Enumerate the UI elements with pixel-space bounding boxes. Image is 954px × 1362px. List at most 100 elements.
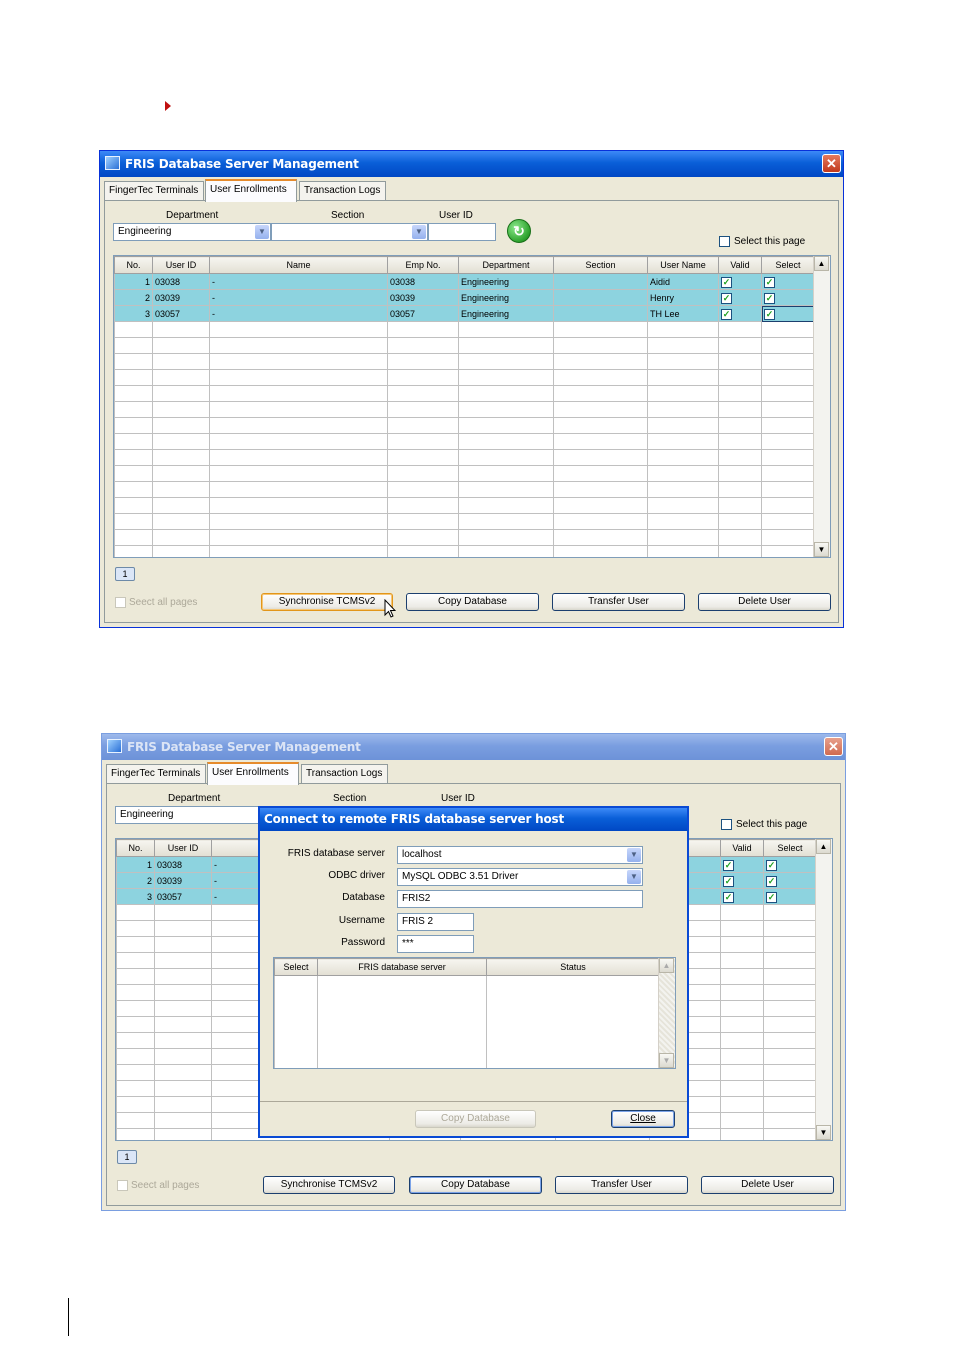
refresh-icon[interactable]: ↻	[507, 219, 531, 243]
chevron-down-icon[interactable]: ▼	[255, 225, 269, 239]
table-row[interactable]: 1 03038 - 03038 Engineering Aidid ✓ ✓	[114, 273, 815, 290]
scroll-up-icon[interactable]: ▲	[814, 256, 829, 271]
cell-section	[553, 273, 648, 290]
grid-header: No. User ID Name Emp No. Department Sect…	[114, 256, 815, 274]
chevron-down-icon[interactable]: ▼	[627, 848, 641, 862]
user-enrollments-panel: Department Section User ID Engineering ▼ …	[104, 200, 839, 623]
delete-user-button[interactable]: Delete User	[698, 593, 831, 611]
tab-transaction-logs[interactable]: Transaction Logs	[299, 181, 386, 201]
col-department[interactable]: Department	[458, 256, 554, 274]
database-input[interactable]: FRIS2	[397, 890, 643, 908]
department-select[interactable]: Engineering ▼	[113, 223, 271, 241]
select-this-page-checkbox[interactable]	[719, 236, 730, 247]
scroll-up-icon[interactable]: ▲	[659, 958, 674, 973]
col-name[interactable]: Name	[209, 256, 388, 274]
col-emp-no[interactable]: Emp No.	[387, 256, 459, 274]
cell-department: Engineering	[458, 289, 554, 306]
title-bar[interactable]: FRIS Database Server Management ✕	[100, 151, 843, 177]
select-checkbox[interactable]: ✓	[766, 892, 777, 903]
col-user-name[interactable]: User Name	[647, 256, 719, 274]
select-this-page-label: Select this page	[734, 236, 806, 247]
col-status[interactable]: Status	[486, 958, 660, 976]
col-server[interactable]: FRIS database server	[317, 958, 487, 976]
username-input[interactable]: FRIS 2	[397, 913, 474, 931]
tab-user-enrollments[interactable]: User Enrollments	[205, 179, 297, 202]
table-row[interactable]: 2 03039 - 03039 Engineering Henry ✓ ✓	[114, 289, 815, 306]
transfer-user-button[interactable]: Transfer User	[555, 1176, 688, 1194]
empty-rows	[114, 321, 815, 557]
scroll-down-icon[interactable]: ▼	[659, 1053, 674, 1068]
tab-transaction-logs[interactable]: Transaction Logs	[301, 764, 388, 784]
cell-valid: ✓	[720, 888, 764, 905]
transfer-user-button[interactable]: Transfer User	[552, 593, 685, 611]
select-all-pages-checkbox[interactable]	[117, 1180, 128, 1191]
select-checkbox[interactable]: ✓	[764, 277, 775, 288]
title-bar[interactable]: FRIS Database Server Management ✕	[102, 734, 845, 760]
valid-checkbox[interactable]: ✓	[723, 876, 734, 887]
tab-fingertec-terminals[interactable]: FingerTec Terminals	[106, 764, 206, 784]
col-user-id[interactable]: User ID	[154, 839, 212, 857]
cell-select: ✓	[763, 856, 817, 873]
grid-header: Select FRIS database server Status	[274, 958, 660, 976]
select-all-pages-checkbox[interactable]	[115, 597, 126, 608]
section-select[interactable]: ▼	[271, 223, 428, 241]
select-checkbox[interactable]: ✓	[764, 309, 775, 320]
chevron-down-icon[interactable]: ▼	[412, 225, 426, 239]
department-select[interactable]: Engineering	[115, 806, 273, 824]
empty-row	[114, 513, 815, 530]
empty-row	[114, 481, 815, 498]
select-checkbox[interactable]: ✓	[766, 876, 777, 887]
table-row[interactable]: 3 03057 - 03057 Engineering TH Lee ✓ ✓	[114, 305, 815, 322]
select-this-page-checkbox[interactable]	[721, 819, 732, 830]
synchronise-button[interactable]: Synchronise TCMSv2	[263, 1176, 395, 1194]
server-value: localhost	[402, 849, 442, 860]
col-user-id[interactable]: User ID	[152, 256, 210, 274]
page-button[interactable]: 1	[115, 567, 135, 581]
vertical-scrollbar[interactable]: ▲ ▼	[815, 839, 832, 1140]
server-select[interactable]: localhost ▼	[397, 846, 643, 864]
dialog-title[interactable]: Connect to remote FRIS database server h…	[260, 808, 687, 831]
close-icon[interactable]: ✕	[822, 154, 841, 173]
col-no[interactable]: No.	[116, 839, 155, 857]
col-select[interactable]: Select	[763, 839, 817, 857]
cell-user-id: 03038	[152, 273, 210, 290]
select-checkbox[interactable]: ✓	[764, 293, 775, 304]
valid-checkbox[interactable]: ✓	[721, 277, 732, 288]
valid-checkbox[interactable]: ✓	[723, 860, 734, 871]
select-checkbox[interactable]: ✓	[766, 860, 777, 871]
dialog-close-button[interactable]: Close	[611, 1110, 675, 1128]
vertical-scrollbar[interactable]: ▲ ▼	[658, 958, 675, 1068]
copy-database-button[interactable]: Copy Database	[409, 1176, 542, 1194]
chevron-down-icon[interactable]: ▼	[627, 870, 641, 884]
col-section[interactable]: Section	[553, 256, 648, 274]
synchronise-button[interactable]: Synchronise TCMSv2	[261, 593, 393, 611]
col-select[interactable]: Select	[274, 958, 318, 976]
dialog-copy-database-button[interactable]: Copy Database	[415, 1110, 536, 1128]
col-valid[interactable]: Valid	[718, 256, 762, 274]
valid-checkbox[interactable]: ✓	[723, 892, 734, 903]
cell-user-id: 03039	[154, 872, 212, 889]
vertical-scrollbar[interactable]: ▲ ▼	[813, 256, 830, 557]
username-label: Username	[338, 915, 385, 926]
tab-user-enrollments[interactable]: User Enrollments	[207, 762, 299, 785]
tab-fingertec-terminals[interactable]: FingerTec Terminals	[104, 181, 204, 201]
page-button[interactable]: 1	[117, 1150, 137, 1164]
valid-checkbox[interactable]: ✓	[721, 309, 732, 320]
cell-select: ✓	[761, 305, 815, 322]
driver-select[interactable]: MySQL ODBC 3.51 Driver ▼	[397, 868, 643, 886]
col-select[interactable]: Select	[761, 256, 815, 274]
cell-no: 2	[114, 289, 153, 306]
scroll-up-icon[interactable]: ▲	[816, 839, 831, 854]
valid-checkbox[interactable]: ✓	[721, 293, 732, 304]
scroll-down-icon[interactable]: ▼	[814, 542, 829, 557]
delete-user-button[interactable]: Delete User	[701, 1176, 834, 1194]
scroll-down-icon[interactable]: ▼	[816, 1125, 831, 1140]
divider	[260, 1101, 687, 1102]
col-valid[interactable]: Valid	[720, 839, 764, 857]
close-icon[interactable]: ✕	[824, 737, 843, 756]
cell-user-name: Aidid	[647, 273, 719, 290]
copy-database-button[interactable]: Copy Database	[406, 593, 539, 611]
password-input[interactable]: ***	[397, 935, 474, 953]
userid-input[interactable]	[428, 223, 496, 241]
col-no[interactable]: No.	[114, 256, 153, 274]
